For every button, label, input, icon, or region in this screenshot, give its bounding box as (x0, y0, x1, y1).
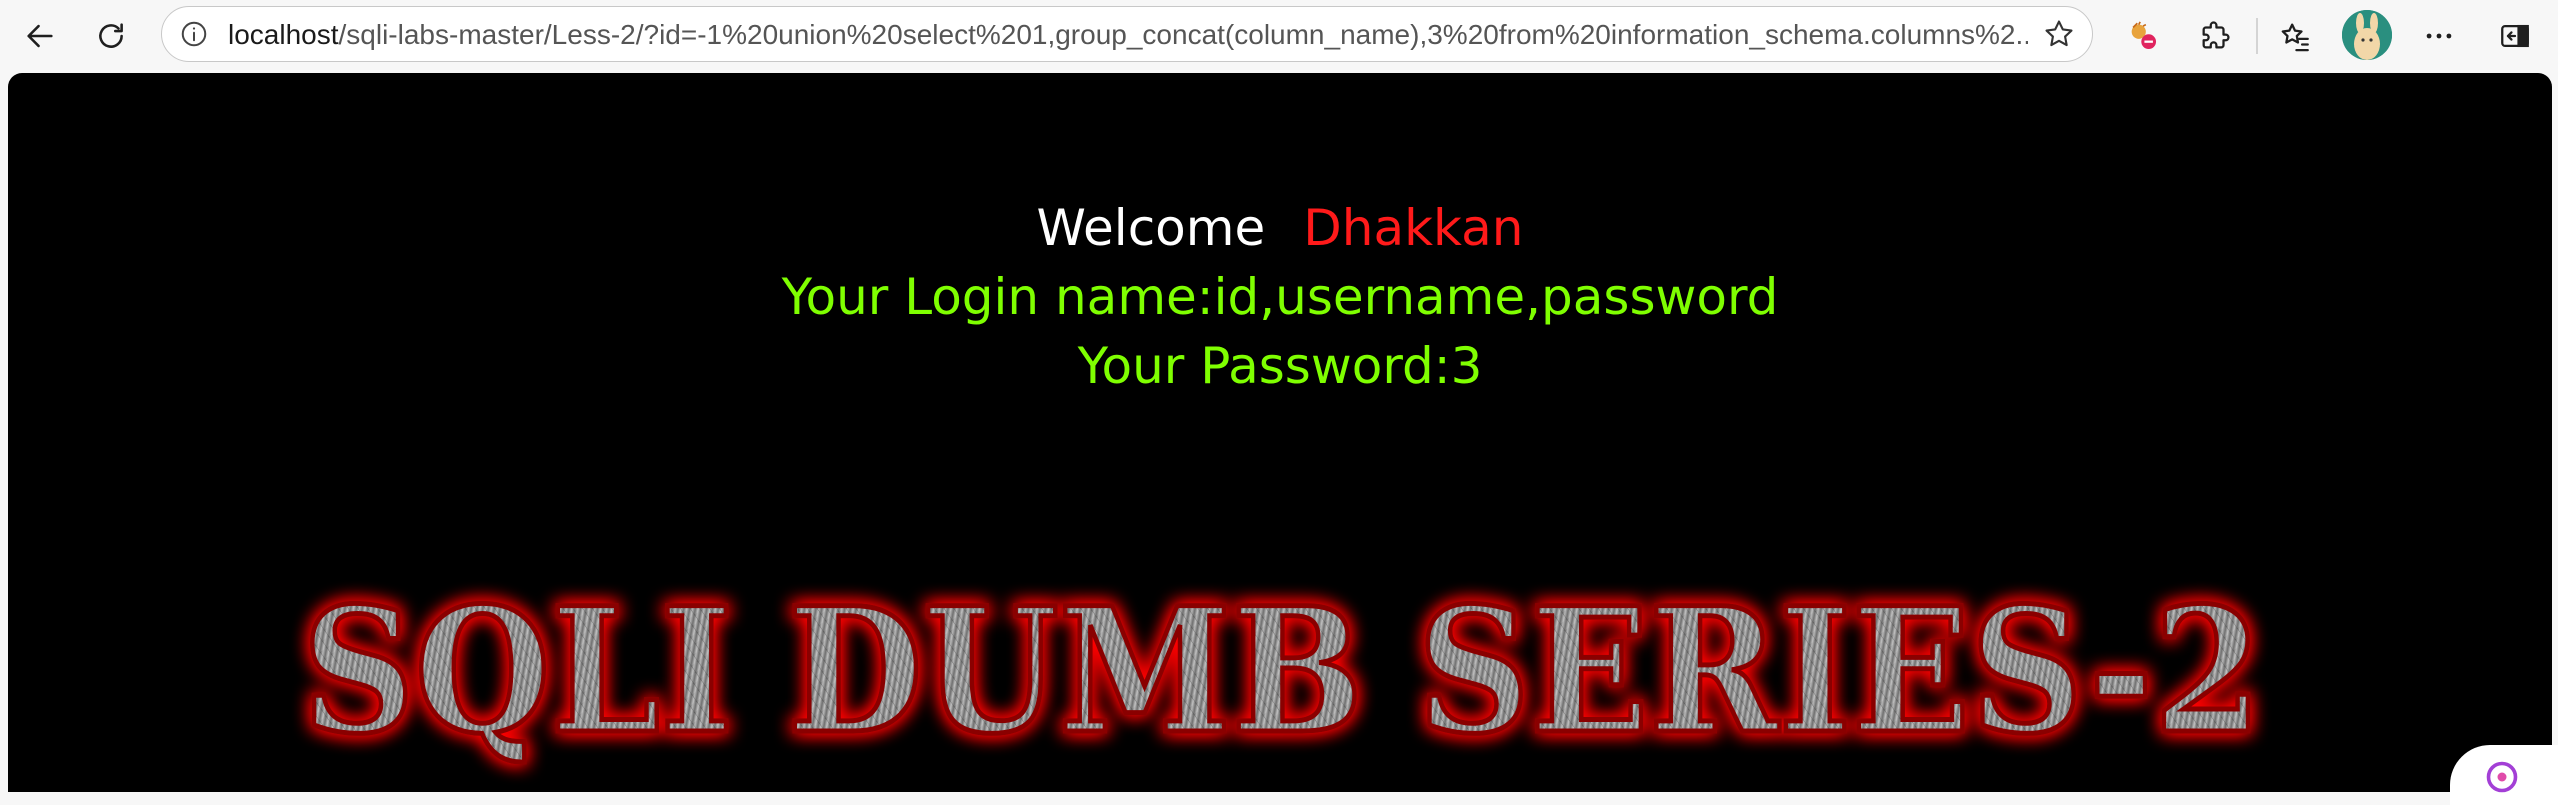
welcome-line: Welcome Dhakkan (8, 198, 2552, 258)
sidebar-icon (2501, 24, 2529, 48)
profile-picture (2342, 10, 2392, 60)
login-name-line: Your Login name:id,username,password (781, 268, 1779, 326)
favorites-button[interactable] (2270, 11, 2320, 61)
sidebar-button[interactable] (2490, 11, 2540, 61)
extensions-button[interactable] (2190, 11, 2240, 61)
browser-toolbar: localhost/sqli-labs-master/Less-2/?id=-1… (0, 0, 2558, 72)
password-line: Your Password:3 (1077, 337, 1483, 395)
add-favorite-button[interactable] (2040, 15, 2078, 53)
blocked-extension-button[interactable] (2118, 11, 2168, 61)
blocked-extension-icon (2131, 21, 2157, 50)
banner-text: SQLI DUMB SERIES-2 (302, 569, 2262, 772)
site-info-button[interactable] (176, 16, 212, 52)
more-button[interactable] (2414, 11, 2464, 61)
floating-assistant-button[interactable] (2450, 745, 2558, 805)
user-name: Dhakkan (1303, 199, 1524, 257)
reload-icon (99, 23, 123, 48)
puzzle-icon (2202, 21, 2230, 49)
toolbar-divider (2256, 18, 2258, 54)
reload-button[interactable] (86, 11, 136, 61)
welcome-label: Welcome (1036, 199, 1266, 257)
title-banner: SQLI DUMB SERIES-2 (300, 567, 2265, 775)
copilot-icon (2486, 761, 2518, 793)
avatar[interactable] (2342, 10, 2392, 60)
back-arrow-icon (27, 24, 53, 48)
site-info-icon (181, 21, 207, 47)
address-bar[interactable]: localhost/sqli-labs-master/Less-2/?id=-1… (161, 6, 2093, 62)
url-path: /sqli-labs-master/Less-2/?id=-1%20union%… (338, 19, 2028, 50)
favorites-icon (2281, 23, 2309, 52)
page-content: Welcome Dhakkan Your Login name:id,userna… (8, 73, 2552, 792)
star-icon (2045, 20, 2073, 47)
url-text[interactable]: localhost/sqli-labs-master/Less-2/?id=-1… (228, 19, 2028, 51)
url-host: localhost (228, 19, 339, 50)
more-icon (2426, 33, 2452, 39)
back-button[interactable] (15, 11, 65, 61)
